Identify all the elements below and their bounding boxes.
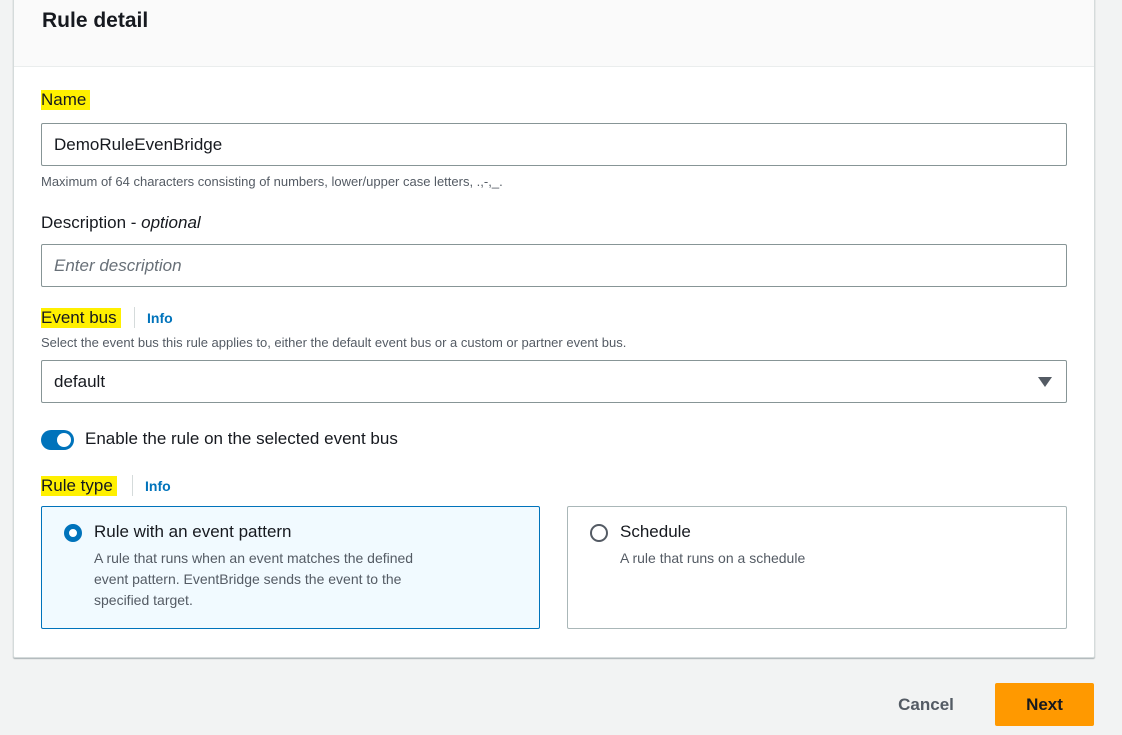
tile-event-pattern-desc: A rule that runs when an event matches t… (94, 548, 413, 611)
tile-event-pattern-title: Rule with an event pattern (94, 522, 292, 541)
enable-rule-label: Enable the rule on the selected event bu… (85, 429, 398, 448)
next-button[interactable]: Next (995, 683, 1094, 726)
tile-schedule-desc: A rule that runs on a schedule (620, 548, 805, 569)
name-hint: Maximum of 64 characters consisting of n… (41, 174, 503, 189)
tile-schedule[interactable]: Schedule A rule that runs on a schedule (567, 506, 1067, 629)
radio-event-pattern[interactable] (64, 524, 82, 542)
rule-type-label: Rule type (41, 476, 117, 496)
panel-title: Rule detail (42, 9, 149, 32)
event-bus-hint: Select the event bus this rule applies t… (41, 335, 627, 350)
event-bus-label-text: Event bus (41, 308, 121, 328)
tile-event-pattern[interactable]: Rule with an event pattern A rule that r… (41, 506, 540, 629)
event-bus-info-link[interactable]: Info (147, 310, 173, 326)
tile-event-pattern-desc-line: A rule that runs when an event matches t… (94, 550, 414, 566)
description-label: Description - optional (41, 213, 201, 233)
name-label-text: Name (41, 90, 91, 110)
tile-event-pattern-desc-line: event pattern. EventBridge sends the eve… (94, 571, 402, 587)
tile-event-pattern-desc-line: specified target. (94, 592, 193, 608)
event-bus-select[interactable]: default (41, 360, 1067, 403)
caret-down-icon (1038, 377, 1052, 387)
description-label-text: Description - (41, 213, 142, 232)
description-optional-text: optional (141, 213, 201, 232)
rule-type-label-text: Rule type (41, 476, 117, 496)
event-bus-separator (134, 307, 135, 328)
rule-type-separator (132, 475, 133, 496)
cancel-button[interactable]: Cancel (878, 684, 974, 726)
tile-schedule-desc-line: A rule that runs on a schedule (620, 550, 806, 566)
enable-rule-toggle[interactable] (41, 430, 74, 450)
name-input[interactable]: DemoRuleEvenBridge (41, 123, 1067, 166)
name-label: Name (41, 90, 91, 110)
panel-header: Rule detail (14, 0, 1094, 67)
radio-schedule[interactable] (590, 524, 608, 542)
event-bus-selected-value: default (54, 372, 106, 391)
tile-schedule-title: Schedule (620, 522, 691, 541)
description-input[interactable]: Enter description (41, 244, 1067, 287)
rule-type-info-link[interactable]: Info (145, 478, 171, 494)
event-bus-label: Event bus (41, 308, 121, 328)
toggle-knob (57, 433, 71, 447)
